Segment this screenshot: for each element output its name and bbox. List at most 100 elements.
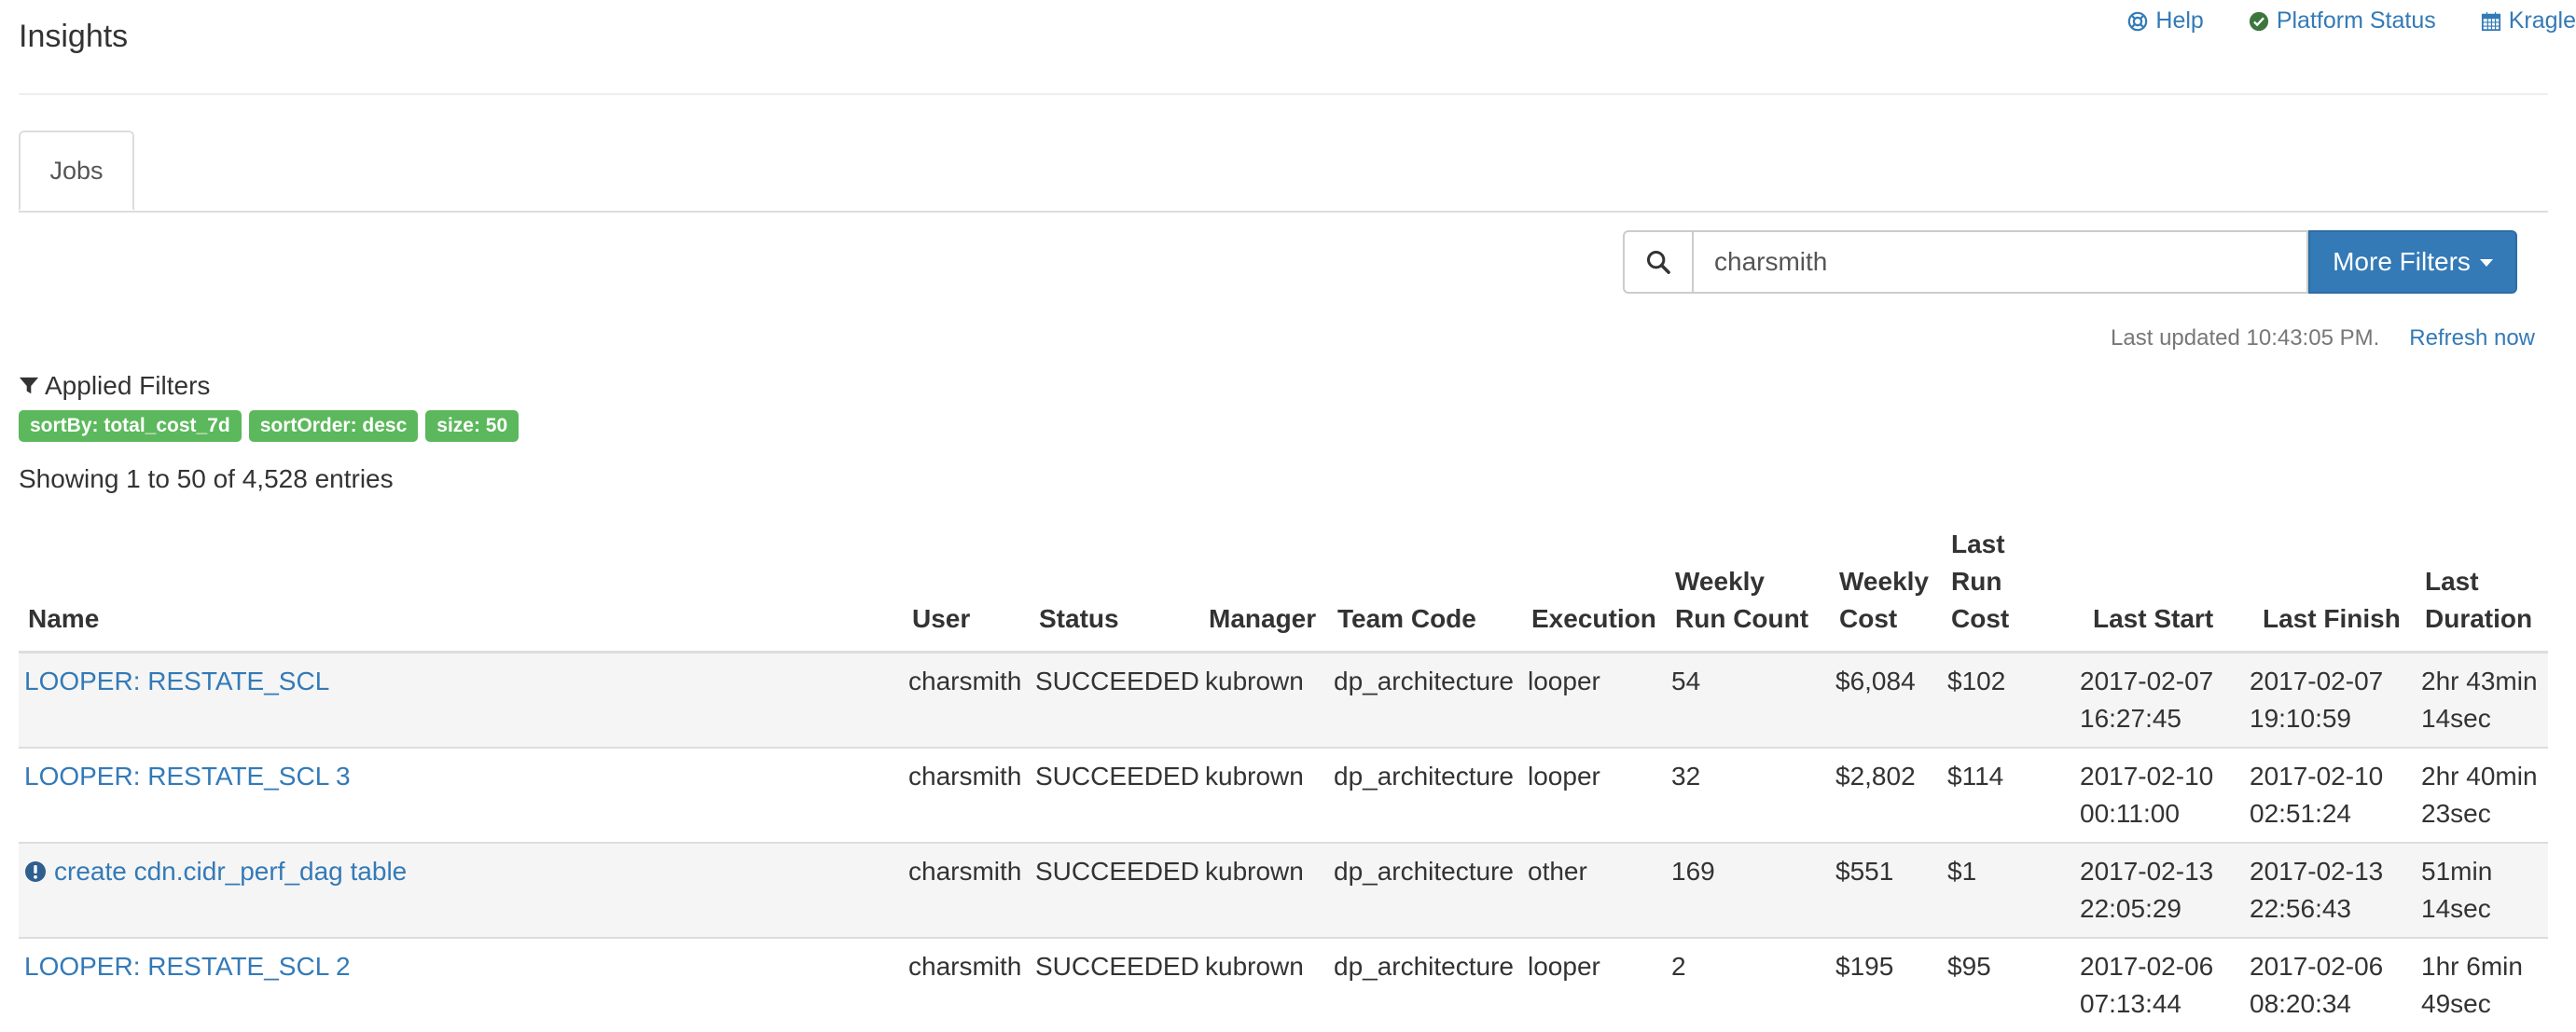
insights-page: Insights Help Platform Status Kragle Job… [0, 0, 2576, 1032]
cell-last-run-cost: $114 [1942, 747, 2074, 843]
filter-icon [19, 377, 39, 394]
search-icon [1646, 250, 1670, 274]
cell-user: charsmith [903, 651, 1030, 748]
cell-manager: kubrown [1199, 937, 1328, 1032]
filter-badge-sortorder[interactable]: sortOrder: desc [248, 410, 419, 442]
column-header-last-run-cost[interactable]: Last Run Cost [1942, 526, 2074, 654]
cell-last-finish: 2017-02-10 02:51:24 [2244, 747, 2416, 843]
refresh-now-link[interactable]: Refresh now [2409, 325, 2535, 351]
cell-team-code: dp_architecture [1328, 747, 1522, 843]
cell-last-start: 2017-02-13 22:05:29 [2074, 842, 2244, 938]
cell-last-finish: 2017-02-13 22:56:43 [2244, 842, 2416, 938]
exclamation-circle-icon [25, 861, 46, 882]
cell-last-duration: 2hr 43min 14sec [2416, 651, 2548, 748]
cell-status: SUCCEEDED [1030, 747, 1199, 843]
job-name-link[interactable]: create cdn.cidr_perf_dag table [54, 857, 407, 886]
last-updated-text: Last updated 10:43:05 PM. [2111, 325, 2380, 351]
kragle-link[interactable]: Kragle [2481, 7, 2576, 34]
cell-weekly-cost: $6,084 [1830, 651, 1942, 748]
cell-execution: other [1522, 842, 1666, 938]
cell-weekly-cost: $195 [1830, 937, 1942, 1032]
cell-weekly-run-count: 54 [1666, 651, 1830, 748]
update-status-row: Last updated 10:43:05 PM. Refresh now [2111, 325, 2535, 351]
table-header-row: Name User Status Manager Team Code Execu… [19, 526, 2548, 654]
calendar-icon [2481, 11, 2500, 31]
search-button[interactable] [1623, 230, 1694, 294]
help-link-label: Help [2155, 7, 2204, 34]
cell-status: SUCCEEDED [1030, 842, 1199, 938]
cell-team-code: dp_architecture [1328, 651, 1522, 748]
column-header-execution[interactable]: Execution [1522, 526, 1666, 654]
column-header-last-finish[interactable]: Last Finish [2244, 526, 2416, 654]
more-filters-button[interactable]: More Filters [2308, 230, 2517, 294]
cell-name: create cdn.cidr_perf_dag table [19, 842, 903, 938]
jobs-table: Name User Status Manager Team Code Execu… [19, 526, 2548, 1032]
cell-last-duration: 51min 14sec [2416, 842, 2548, 938]
search-input[interactable] [1694, 230, 2308, 294]
page-title: Insights [19, 19, 129, 54]
cell-user: charsmith [903, 842, 1030, 938]
filter-badge-sortby[interactable]: sortBy: total_cost_7d [19, 410, 242, 442]
filter-badges: sortBy: total_cost_7d sortOrder: desc si… [19, 410, 519, 442]
cell-last-finish: 2017-02-07 19:10:59 [2244, 651, 2416, 748]
column-header-status[interactable]: Status [1030, 526, 1199, 654]
cell-name: LOOPER: RESTATE_SCL [19, 651, 903, 748]
table-row: LOOPER: RESTATE_SCL 3 charsmith SUCCEEDE… [19, 747, 2548, 843]
applied-filters-heading: Applied Filters [19, 371, 210, 401]
filter-badge-size[interactable]: size: 50 [425, 410, 519, 442]
cell-last-run-cost: $1 [1942, 842, 2074, 938]
cell-manager: kubrown [1199, 747, 1328, 843]
platform-status-link-label: Platform Status [2276, 7, 2436, 34]
caret-down-icon [2479, 259, 2493, 267]
applied-filters-label: Applied Filters [45, 371, 211, 400]
help-link[interactable]: Help [2127, 7, 2204, 34]
tab-jobs[interactable]: Jobs [19, 131, 134, 211]
cell-manager: kubrown [1199, 651, 1328, 748]
more-filters-label: More Filters [2333, 247, 2471, 276]
column-header-name[interactable]: Name [19, 526, 903, 654]
tab-bar: Jobs [19, 131, 2548, 213]
job-name-link[interactable]: LOOPER: RESTATE_SCL 3 [24, 762, 351, 791]
column-header-last-duration[interactable]: Last Duration [2416, 526, 2548, 654]
cell-manager: kubrown [1199, 842, 1328, 938]
cell-team-code: dp_architecture [1328, 937, 1522, 1032]
column-header-user[interactable]: User [903, 526, 1030, 654]
table-row: LOOPER: RESTATE_SCL charsmith SUCCEEDED … [19, 651, 2548, 748]
cell-execution: looper [1522, 747, 1666, 843]
cell-last-run-cost: $102 [1942, 651, 2074, 748]
cell-weekly-cost: $2,802 [1830, 747, 1942, 843]
cell-execution: looper [1522, 651, 1666, 748]
cell-name: LOOPER: RESTATE_SCL 2 [19, 937, 903, 1032]
job-name-link[interactable]: LOOPER: RESTATE_SCL 2 [24, 952, 351, 981]
cell-team-code: dp_architecture [1328, 842, 1522, 938]
cell-last-duration: 2hr 40min 23sec [2416, 747, 2548, 843]
table-row: LOOPER: RESTATE_SCL 2 charsmith SUCCEEDE… [19, 937, 2548, 1032]
cell-status: SUCCEEDED [1030, 651, 1199, 748]
entries-count: Showing 1 to 50 of 4,528 entries [19, 464, 394, 493]
cell-last-start: 2017-02-10 00:11:00 [2074, 747, 2244, 843]
job-name-link[interactable]: LOOPER: RESTATE_SCL [24, 667, 329, 695]
platform-status-link[interactable]: Platform Status [2249, 7, 2436, 34]
cell-weekly-run-count: 169 [1666, 842, 1830, 938]
cell-user: charsmith [903, 747, 1030, 843]
cell-weekly-cost: $551 [1830, 842, 1942, 938]
kragle-link-label: Kragle [2508, 7, 2576, 34]
column-header-manager[interactable]: Manager [1199, 526, 1328, 654]
cell-status: SUCCEEDED [1030, 937, 1199, 1032]
cell-execution: looper [1522, 937, 1666, 1032]
column-header-team-code[interactable]: Team Code [1328, 526, 1522, 654]
column-header-weekly-run-count[interactable]: Weekly Run Count [1666, 526, 1830, 654]
cell-name: LOOPER: RESTATE_SCL 3 [19, 747, 903, 843]
check-circle-icon [2249, 11, 2268, 31]
cell-last-start: 2017-02-07 16:27:45 [2074, 651, 2244, 748]
cell-last-run-cost: $95 [1942, 937, 2074, 1032]
table-row: create cdn.cidr_perf_dag table charsmith… [19, 842, 2548, 938]
cell-weekly-run-count: 32 [1666, 747, 1830, 843]
column-header-last-start[interactable]: Last Start [2074, 526, 2244, 654]
cell-user: charsmith [903, 937, 1030, 1032]
top-links: Help Platform Status Kragle [2127, 7, 2576, 34]
cell-last-start: 2017-02-06 07:13:44 [2074, 937, 2244, 1032]
header-divider [19, 93, 2548, 95]
cell-last-finish: 2017-02-06 08:20:34 [2244, 937, 2416, 1032]
column-header-weekly-cost[interactable]: Weekly Cost [1830, 526, 1942, 654]
